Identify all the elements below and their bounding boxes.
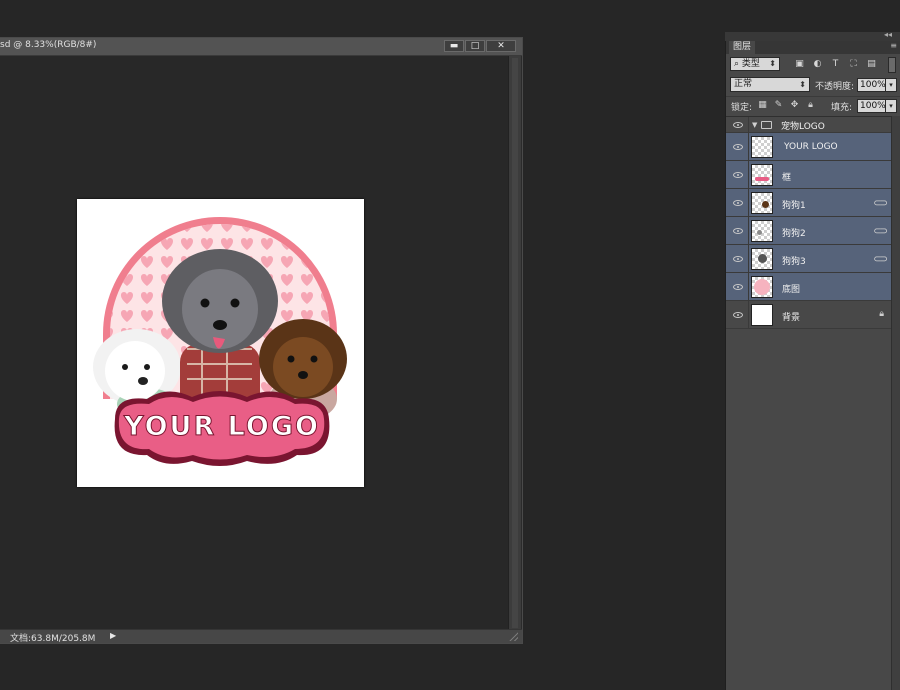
shape-filter-icon[interactable]: ⛶ (848, 59, 859, 70)
chevron-updown-icon: ⬍ (799, 80, 806, 89)
layer-name: 框 (782, 173, 792, 183)
lock-position-icon[interactable]: ✥ (789, 100, 800, 111)
minimize-button[interactable]: ▬ (444, 40, 464, 52)
layer-name: 狗狗3 (782, 257, 806, 267)
lock-label: 锁定: (731, 103, 753, 113)
visibility-eye-icon[interactable] (732, 198, 744, 208)
chevron-updown-icon: ⬍ (769, 59, 776, 68)
lock-all-icon[interactable]: 🔒︎ (805, 100, 816, 111)
vertical-scrollbar[interactable] (508, 56, 521, 630)
image-filter-icon[interactable]: ▣ (794, 59, 805, 70)
blend-mode-select[interactable]: 正常 ⬍ (730, 77, 810, 92)
layer-row[interactable]: 框 (726, 161, 892, 189)
play-arrow-icon[interactable]: ▶ (110, 631, 116, 640)
layer-thumbnail (751, 248, 773, 270)
panel-dock-header: ◂◂ (725, 30, 900, 41)
fill-dropdown-button[interactable]: ▾ (885, 99, 897, 113)
link-icon: ⊂⊃ (873, 198, 888, 209)
filter-kind-label: 类型 (741, 59, 760, 69)
expand-triangle-icon[interactable]: ▼ (752, 121, 757, 129)
layer-thumbnail (751, 136, 773, 158)
lock-transparent-icon[interactable]: ▦ (757, 100, 768, 111)
pet-logo-artwork: YOUR LOGO (93, 217, 347, 466)
logo-text: YOUR LOGO (123, 411, 320, 442)
layer-group-row[interactable]: ▼ 宠物LOGO (726, 117, 892, 133)
blend-mode-value: 正常 (734, 79, 753, 89)
document-canvas[interactable]: YOUR LOGO (77, 199, 364, 487)
filter-toggle-switch[interactable] (888, 57, 896, 73)
opacity-dropdown-button[interactable]: ▾ (885, 78, 897, 92)
blend-row: 正常 ⬍ 不透明度: 100% ▾ (726, 76, 900, 94)
layer-filter-row: ⌕ 类型 ⬍ ▣ ◐ T ⛶ ▤ (726, 55, 900, 75)
layers-panel: 图层 ≡ ⌕ 类型 ⬍ ▣ ◐ T ⛶ ▤ 正常 ⬍ 不透明度: 100% ▾ … (725, 41, 900, 690)
lock-icon: 🔒︎ (879, 309, 884, 319)
layer-list: ▼ 宠物LOGO YOUR LOGO 框 狗狗1 ⊂⊃ 狗狗2 ⊂⊃ 狗狗3 ⊂… (726, 116, 892, 690)
layer-row[interactable]: YOUR LOGO (726, 133, 892, 161)
fill-field[interactable]: 100% (857, 99, 886, 113)
link-icon: ⊂⊃ (873, 226, 888, 237)
layer-row[interactable]: 狗狗3 ⊂⊃ (726, 245, 892, 273)
search-icon: ⌕ (734, 59, 742, 69)
filter-kind-select[interactable]: ⌕ 类型 ⬍ (730, 57, 780, 71)
layer-thumbnail (751, 304, 773, 326)
layer-thumbnail (751, 192, 773, 214)
adjustment-filter-icon[interactable]: ◐ (812, 59, 823, 70)
layer-name: 底图 (782, 285, 801, 295)
visibility-eye-icon[interactable] (732, 254, 744, 264)
layer-row[interactable]: 背景 🔒︎ (726, 301, 892, 329)
visibility-eye-icon[interactable] (732, 310, 744, 320)
document-titlebar[interactable]: sd @ 8.33%(RGB/8#) ▬ □ ✕ (0, 38, 522, 56)
layer-thumbnail (751, 220, 773, 242)
visibility-eye-icon[interactable] (732, 282, 744, 292)
layers-scrollbar[interactable] (891, 116, 900, 690)
type-filter-icon[interactable]: T (830, 59, 841, 70)
document-size-readout: 文档:63.8M/205.8M (10, 634, 96, 644)
resize-grip-icon[interactable] (509, 632, 518, 641)
visibility-eye-icon[interactable] (732, 170, 744, 180)
layer-name: 狗狗1 (782, 201, 806, 211)
lock-image-icon[interactable]: ✎ (773, 100, 784, 111)
layer-group-name: 宠物LOGO (781, 122, 825, 132)
layer-thumbnail (751, 164, 773, 186)
layer-name: YOUR LOGO (784, 142, 838, 152)
document-title: sd @ 8.33%(RGB/8#) (0, 40, 97, 50)
link-icon: ⊂⊃ (873, 254, 888, 265)
layer-row[interactable]: 狗狗2 ⊂⊃ (726, 217, 892, 245)
smart-object-filter-icon[interactable]: ▤ (866, 59, 877, 70)
layer-row[interactable]: 狗狗1 ⊂⊃ (726, 189, 892, 217)
visibility-eye-icon[interactable] (732, 226, 744, 236)
status-bar: 文档:63.8M/205.8M ▶ (0, 629, 522, 644)
visibility-eye-icon[interactable] (732, 120, 744, 130)
layer-name: 狗狗2 (782, 229, 806, 239)
folder-icon (761, 121, 772, 129)
layer-thumbnail (751, 276, 773, 298)
fill-label: 填充: (831, 103, 853, 113)
lock-row: 锁定: ▦ ✎ ✥ 🔒︎ 填充: 100% ▾ (726, 96, 900, 115)
collapse-panels-icon[interactable]: ◂◂ (884, 30, 892, 39)
visibility-eye-icon[interactable] (732, 142, 744, 152)
opacity-label: 不透明度: (815, 82, 855, 92)
layer-row[interactable]: 底图 (726, 273, 892, 301)
close-button[interactable]: ✕ (486, 40, 516, 52)
panel-tabbar: 图层 ≡ (726, 41, 900, 54)
layer-name: 背景 (782, 313, 801, 323)
panel-menu-icon[interactable]: ≡ (890, 41, 897, 50)
tab-layers[interactable]: 图层 (729, 41, 756, 54)
maximize-button[interactable]: □ (465, 40, 485, 52)
opacity-field[interactable]: 100% (857, 78, 886, 92)
